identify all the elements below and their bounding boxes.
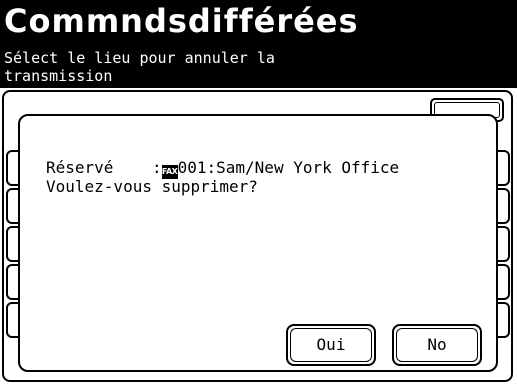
confirm-question: Voulez-vous supprimer? xyxy=(46,177,258,196)
yes-button[interactable]: Oui xyxy=(286,324,376,366)
instruction-text-line2: transmission xyxy=(4,67,113,85)
header-bar: Commndsdifférées Sélect le lieu pour ann… xyxy=(0,0,517,88)
separator: : xyxy=(142,158,162,177)
instruction-text-line1: Sélect le lieu pour annuler la xyxy=(4,49,275,67)
destination-text: 001:Sam/New York Office xyxy=(177,158,400,177)
confirm-delete-dialog: Réservé :FAX001:Sam/New York Office Voul… xyxy=(18,114,498,372)
no-button[interactable]: No xyxy=(392,324,482,366)
reserved-entry: Réservé :FAX001:Sam/New York Office xyxy=(46,159,399,179)
page-title: Commndsdifférées xyxy=(4,2,359,40)
reserved-label: Réservé xyxy=(46,158,114,177)
